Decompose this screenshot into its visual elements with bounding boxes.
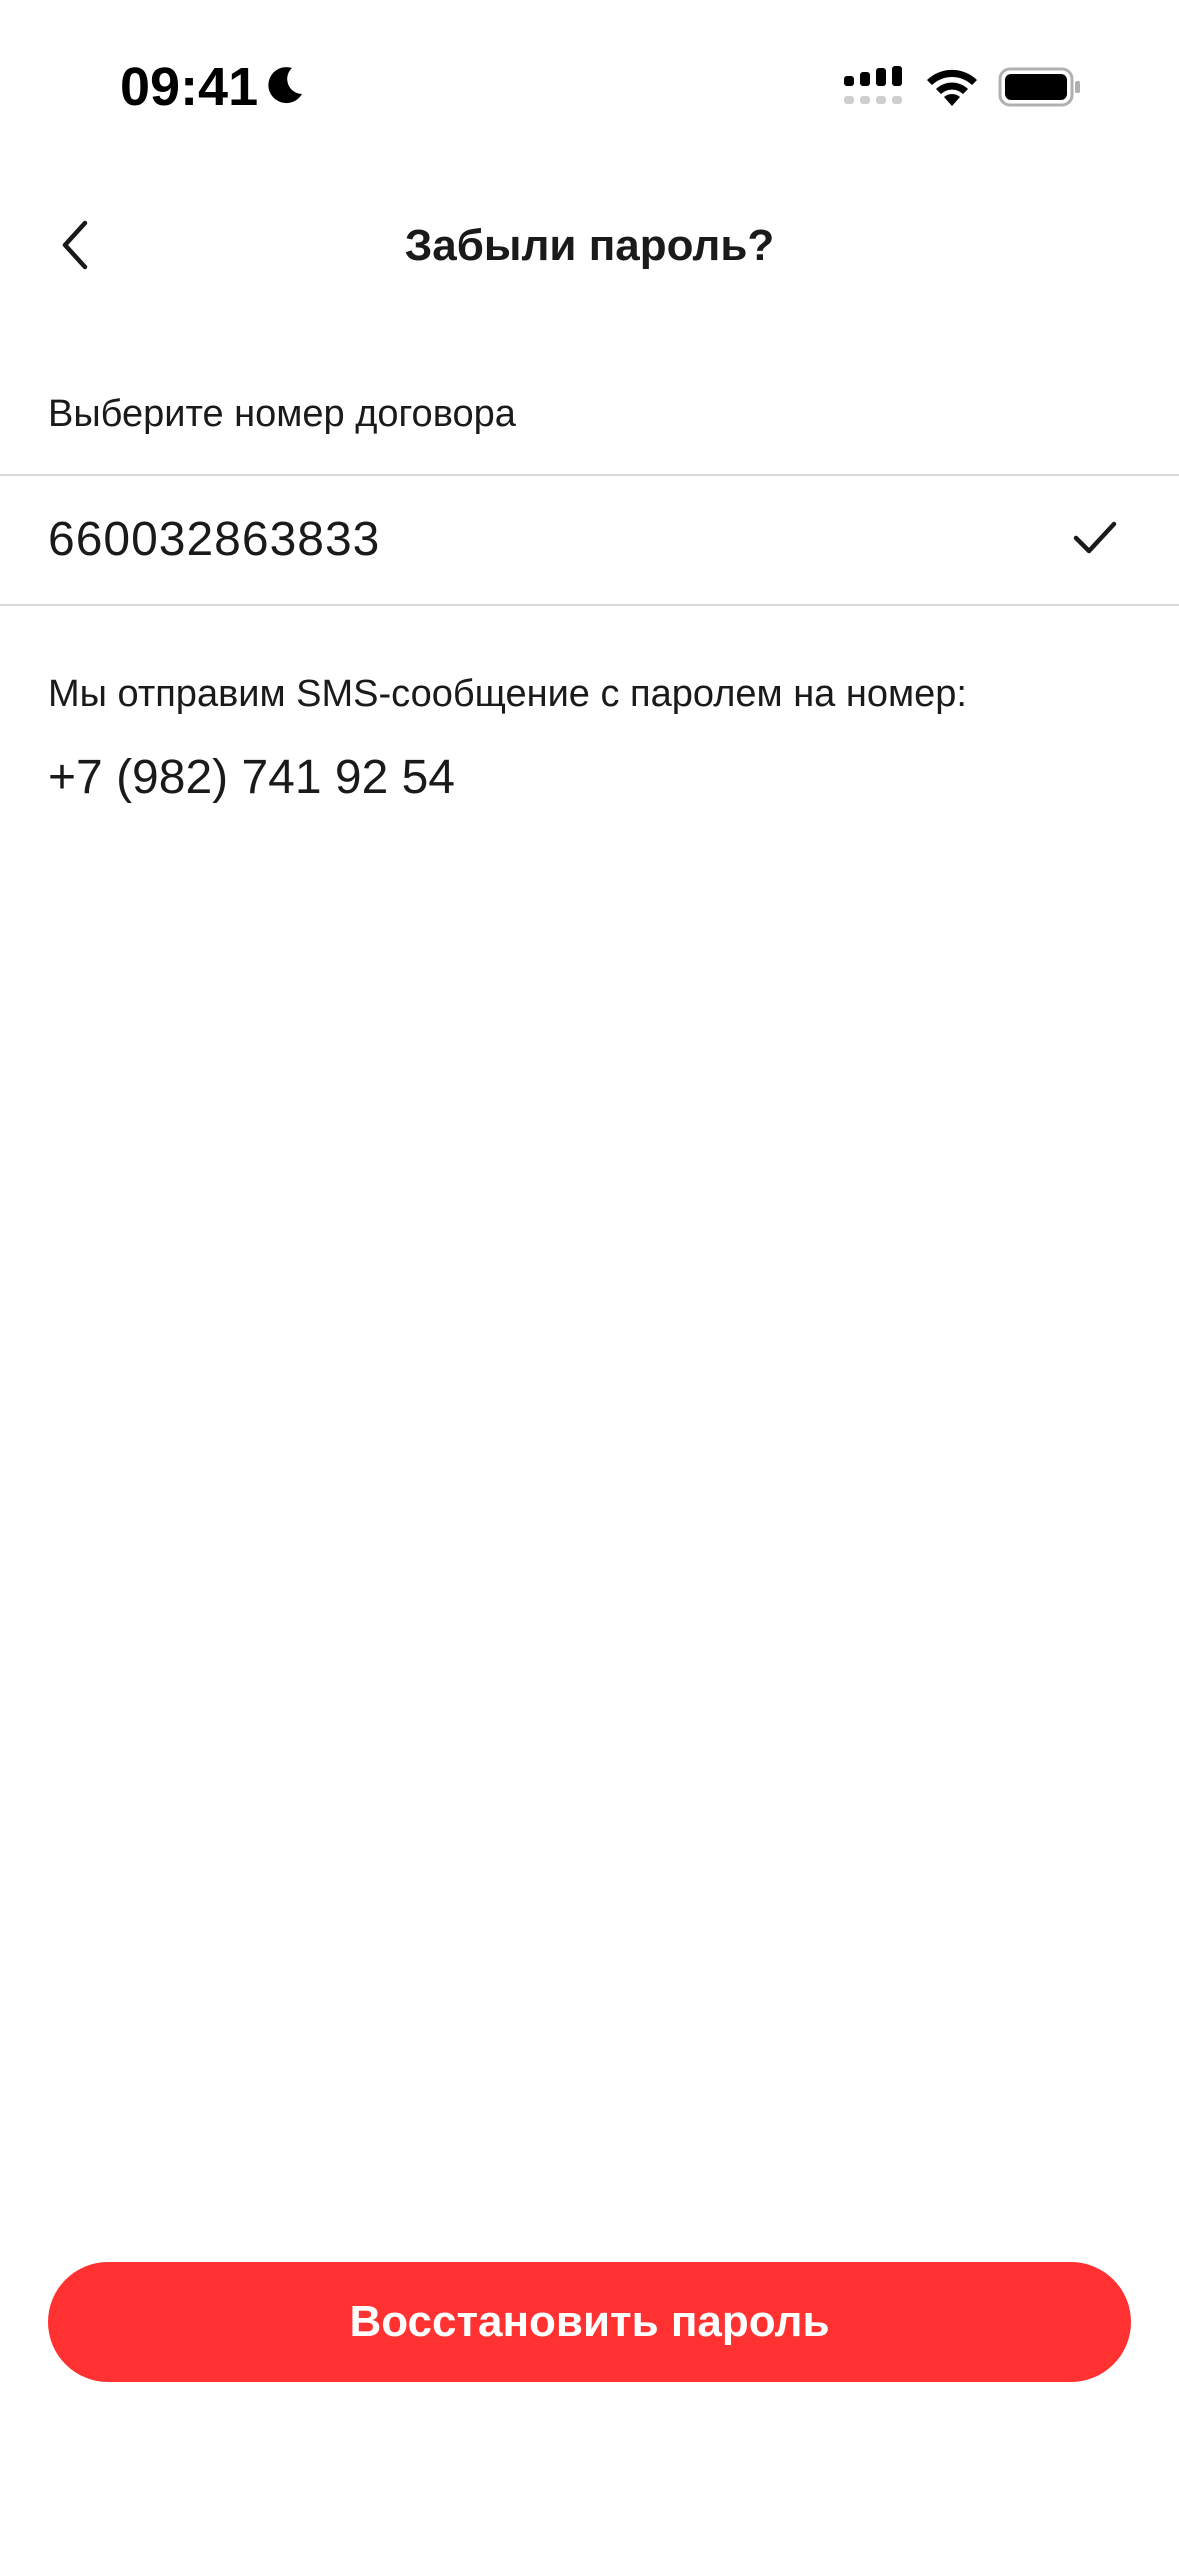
wifi-icon — [927, 69, 977, 106]
moon-icon — [268, 67, 302, 104]
status-bar: 09:41 — [0, 0, 1179, 170]
contract-number: 660032863833 — [48, 513, 381, 566]
battery-icon — [998, 67, 1080, 107]
page-title: Забыли пароль? — [404, 221, 775, 270]
contract-section-label: Выберите номер договора — [48, 393, 516, 435]
contract-option[interactable]: 660032863833 — [0, 476, 1179, 604]
signal-icon — [844, 66, 902, 104]
divider — [0, 604, 1179, 606]
status-time: 09:41 — [120, 57, 259, 117]
sms-info-text: Мы отправим SMS-сообщение с паролем на н… — [48, 673, 967, 715]
checkmark-icon — [1073, 521, 1117, 554]
restore-password-button[interactable]: Восстановить пароль — [48, 2262, 1131, 2382]
phone-number: +7 (982) 741 92 54 — [48, 751, 455, 804]
